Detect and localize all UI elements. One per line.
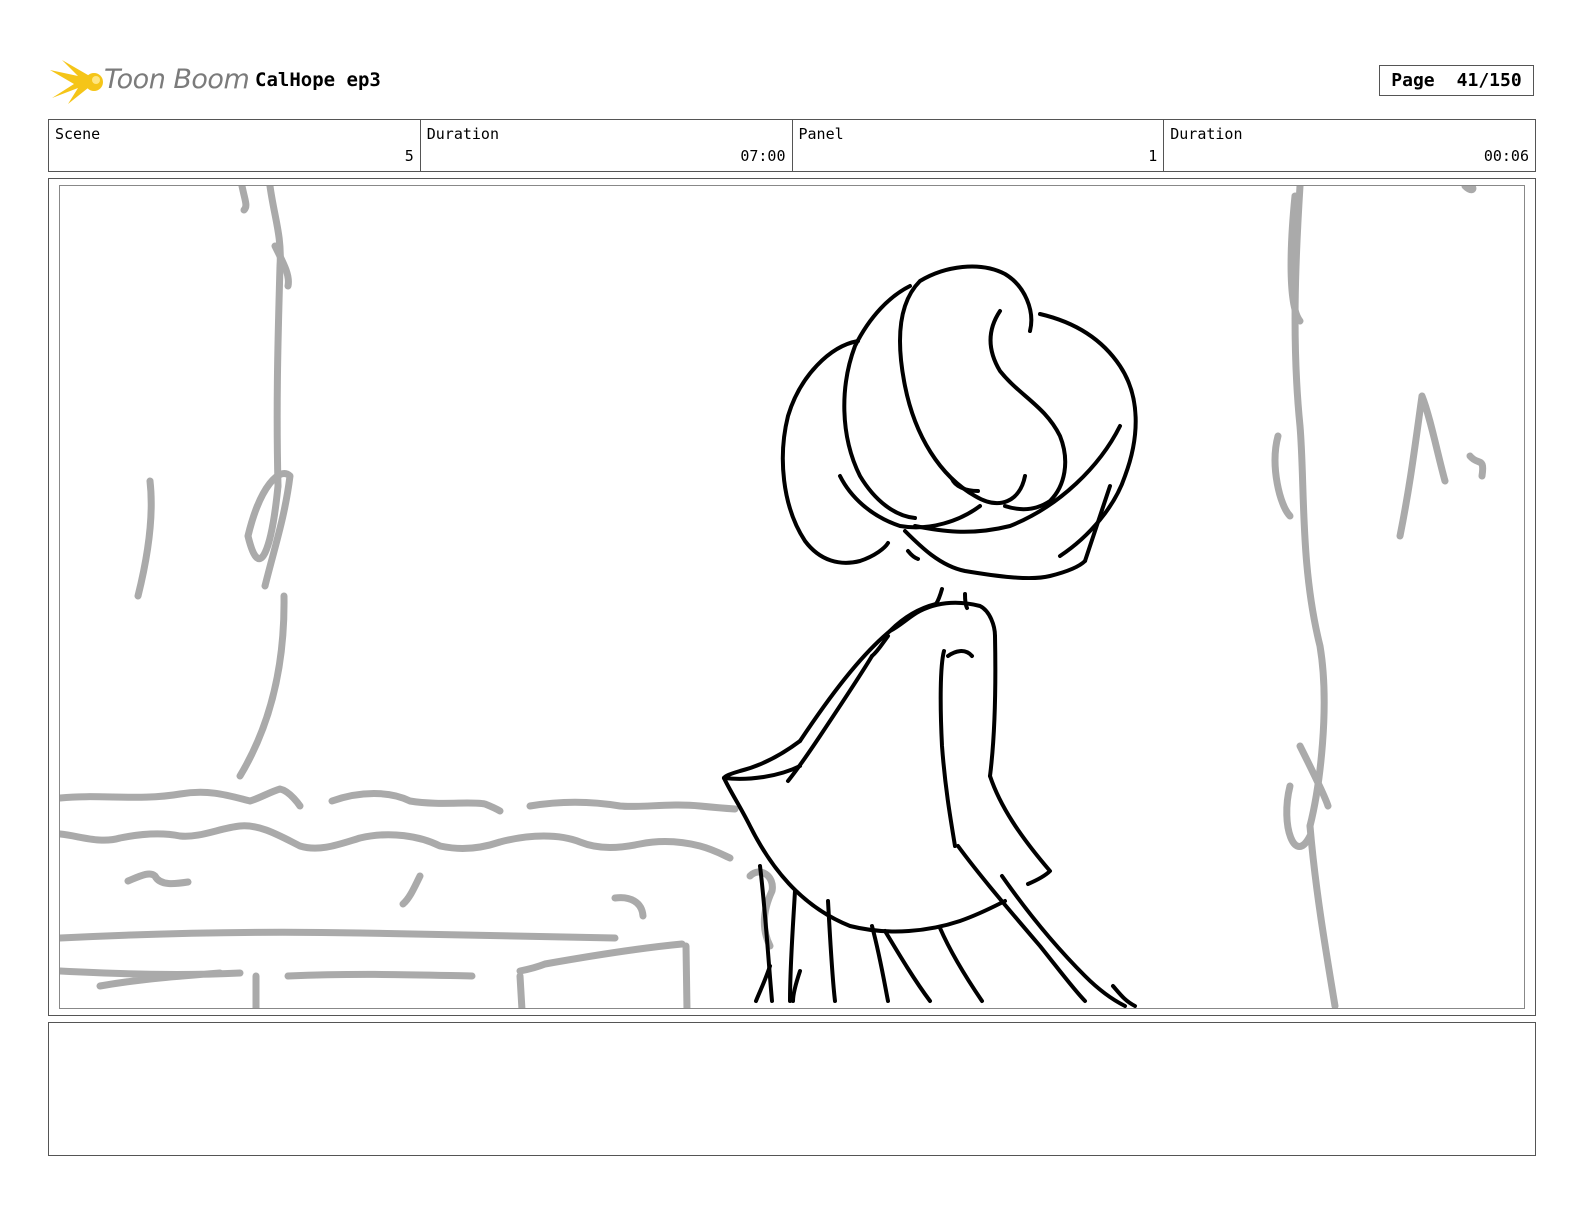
toon-boom-logo: Toon Boom (48, 54, 250, 108)
page-number: 41/150 (1456, 70, 1522, 91)
panel-duration-value: 00:06 (1483, 147, 1529, 165)
scene-value: 5 (404, 147, 414, 165)
starburst-icon (50, 60, 103, 104)
background-sketch (60, 186, 1487, 1008)
panel-duration-label: Duration (1170, 125, 1243, 143)
panel-sketch (60, 186, 1487, 1008)
scene-label: Scene (55, 125, 101, 143)
panel-duration-cell: Duration 00:06 (1164, 120, 1535, 171)
scene-duration-label: Duration (426, 125, 499, 143)
panel-cell: Panel 1 (793, 120, 1165, 171)
storyboard-panel (59, 185, 1525, 1009)
scene-cell: Scene 5 (49, 120, 421, 171)
panel-label: Panel (798, 125, 844, 143)
panel-value: 1 (1148, 147, 1158, 165)
page-indicator: Page 41/150 (1379, 65, 1534, 96)
character-sketch (722, 264, 1138, 1008)
panel-notes[interactable] (48, 1022, 1536, 1156)
scene-duration-cell: Duration 07:00 (421, 120, 793, 171)
scene-duration-value: 07:00 (740, 147, 786, 165)
info-table: Scene 5 Duration 07:00 Panel 1 Duration … (48, 119, 1536, 172)
logo-text: Toon Boom (104, 64, 250, 95)
project-title: CalHope ep3 (255, 69, 381, 91)
page-label: Page (1391, 70, 1435, 91)
